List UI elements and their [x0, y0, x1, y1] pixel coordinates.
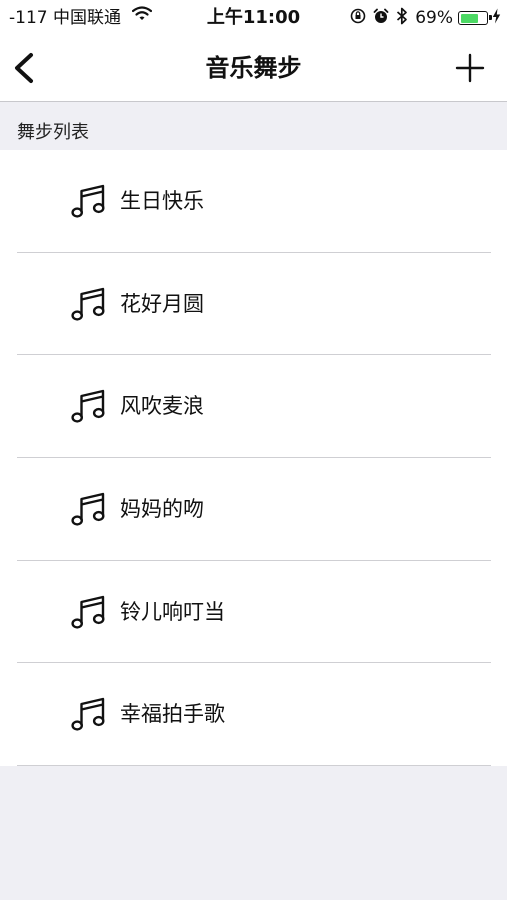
- music-note-icon: [70, 286, 106, 322]
- status-right: 69%: [350, 6, 501, 30]
- add-button[interactable]: [455, 53, 485, 83]
- song-item-5[interactable]: 铃儿响叮当: [0, 561, 507, 664]
- page-title: 音乐舞步: [205, 54, 302, 82]
- music-note-icon: [70, 594, 106, 630]
- bluetooth-icon: [396, 7, 408, 30]
- orientation-lock-icon: [350, 8, 366, 29]
- song-title: 风吹麦浪: [120, 394, 204, 419]
- charging-icon: [492, 8, 501, 29]
- section-header: 舞步列表: [0, 102, 507, 150]
- battery-percent: 69%: [415, 8, 453, 28]
- alarm-icon: [373, 8, 389, 29]
- song-list: 生日快乐 花好月圆 风吹麦浪 妈妈的吻 铃儿响叮当 幸福拍手歌: [0, 150, 507, 767]
- song-title: 生日快乐: [120, 189, 204, 213]
- song-item-2[interactable]: 花好月圆: [0, 253, 507, 356]
- song-item-1[interactable]: 生日快乐: [0, 150, 507, 253]
- song-item-6[interactable]: 幸福拍手歌: [0, 663, 507, 766]
- song-title: 铃儿响叮当: [120, 599, 225, 624]
- battery-level-fill: [460, 13, 478, 23]
- song-item-3[interactable]: 风吹麦浪: [0, 355, 507, 458]
- plus-icon: [455, 53, 485, 83]
- music-note-icon: [70, 491, 106, 527]
- music-note-icon: [70, 696, 106, 732]
- music-note-icon: [70, 183, 106, 219]
- song-title: 妈妈的吻: [120, 497, 204, 522]
- status-bar: -117 中国联通 上午11:00 69%: [0, 0, 507, 36]
- battery-icon: [458, 11, 492, 25]
- music-note-icon: [70, 388, 106, 424]
- song-item-4[interactable]: 妈妈的吻: [0, 458, 507, 561]
- nav-bar: 音乐舞步: [0, 36, 507, 102]
- section-title: 舞步列表: [17, 122, 89, 143]
- song-title: 花好月圆: [120, 291, 204, 316]
- song-title: 幸福拍手歌: [120, 702, 225, 727]
